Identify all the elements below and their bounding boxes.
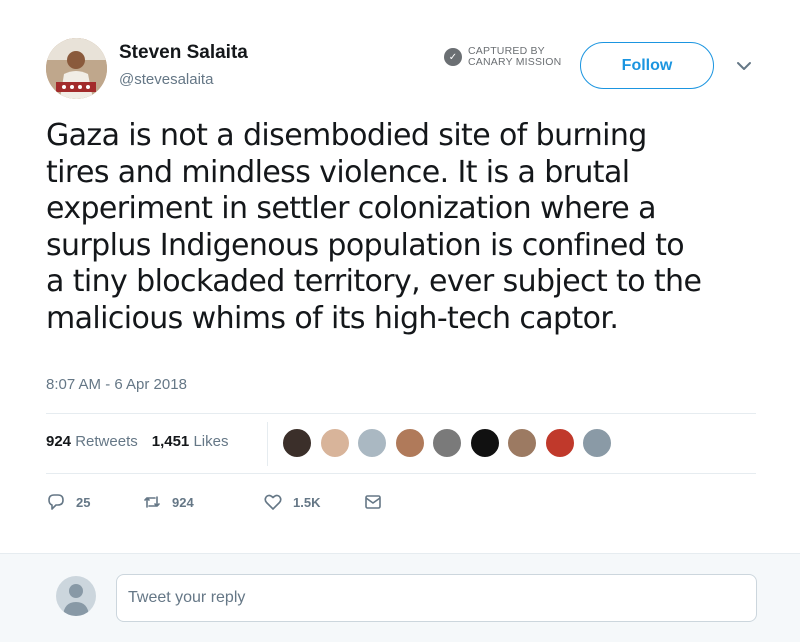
tweet-stats: 924 Retweets 1,451 Likes xyxy=(46,433,242,450)
watermark-text: CAPTURED BY CANARY MISSION xyxy=(468,46,561,68)
canary-mission-icon: ✓ xyxy=(444,48,462,66)
watermark: ✓ CAPTURED BY CANARY MISSION xyxy=(444,46,561,68)
liker-avatar[interactable] xyxy=(319,428,350,458)
liker-avatar[interactable] xyxy=(507,428,537,458)
reply-avatar xyxy=(56,576,96,616)
heart-icon xyxy=(264,494,282,510)
reply-count: 25 xyxy=(76,494,91,510)
tweet-header: Steven Salaita @stevesalaita ✓ CAPTURED … xyxy=(0,0,800,110)
watermark-line2: CANARY MISSION xyxy=(468,56,562,68)
user-avatar[interactable] xyxy=(46,38,107,99)
liker-avatars xyxy=(282,428,620,458)
user-name[interactable]: Steven Salaita xyxy=(119,42,248,64)
liker-avatar[interactable] xyxy=(544,428,575,458)
stats-separator xyxy=(267,422,268,466)
retweets-label: Retweets xyxy=(75,433,138,450)
retweet-action[interactable]: 924 xyxy=(142,492,263,512)
like-action[interactable]: 1.5K xyxy=(263,492,363,512)
tweet-text: Gaza is not a disembodied site of burnin… xyxy=(46,118,702,336)
liker-avatar[interactable] xyxy=(394,428,425,458)
follow-button[interactable]: Follow xyxy=(580,42,714,89)
like-count: 1.5K xyxy=(293,494,321,510)
liker-avatar[interactable] xyxy=(469,428,500,458)
tweet-actions: 25 924 1.5K xyxy=(46,492,383,512)
likes-count: 1,451 xyxy=(151,433,190,450)
chevron-down-icon[interactable] xyxy=(734,56,754,76)
retweet-icon xyxy=(144,496,160,508)
divider xyxy=(46,413,756,414)
retweets-count: 924 xyxy=(46,433,72,450)
liker-avatar[interactable] xyxy=(282,428,312,458)
likes-label: Likes xyxy=(193,433,229,450)
retweets-stat[interactable]: 924 Retweets xyxy=(46,433,138,450)
message-action[interactable] xyxy=(363,492,383,512)
liker-avatar[interactable] xyxy=(432,428,462,458)
reply-input[interactable]: Tweet your reply xyxy=(116,574,757,622)
user-handle[interactable]: @stevesalaita xyxy=(119,71,213,88)
tweet-timestamp[interactable]: 8:07 AM - 6 Apr 2018 xyxy=(46,376,187,393)
liker-avatar[interactable] xyxy=(582,428,612,458)
reply-area: Tweet your reply xyxy=(0,553,800,642)
reply-action[interactable]: 25 xyxy=(46,492,142,512)
divider xyxy=(46,473,756,474)
reply-icon xyxy=(48,494,64,510)
liker-avatar[interactable] xyxy=(357,428,387,458)
likes-stat[interactable]: 1,451 Likes xyxy=(152,433,229,450)
envelope-icon xyxy=(365,495,381,509)
retweet-count: 924 xyxy=(172,494,194,510)
